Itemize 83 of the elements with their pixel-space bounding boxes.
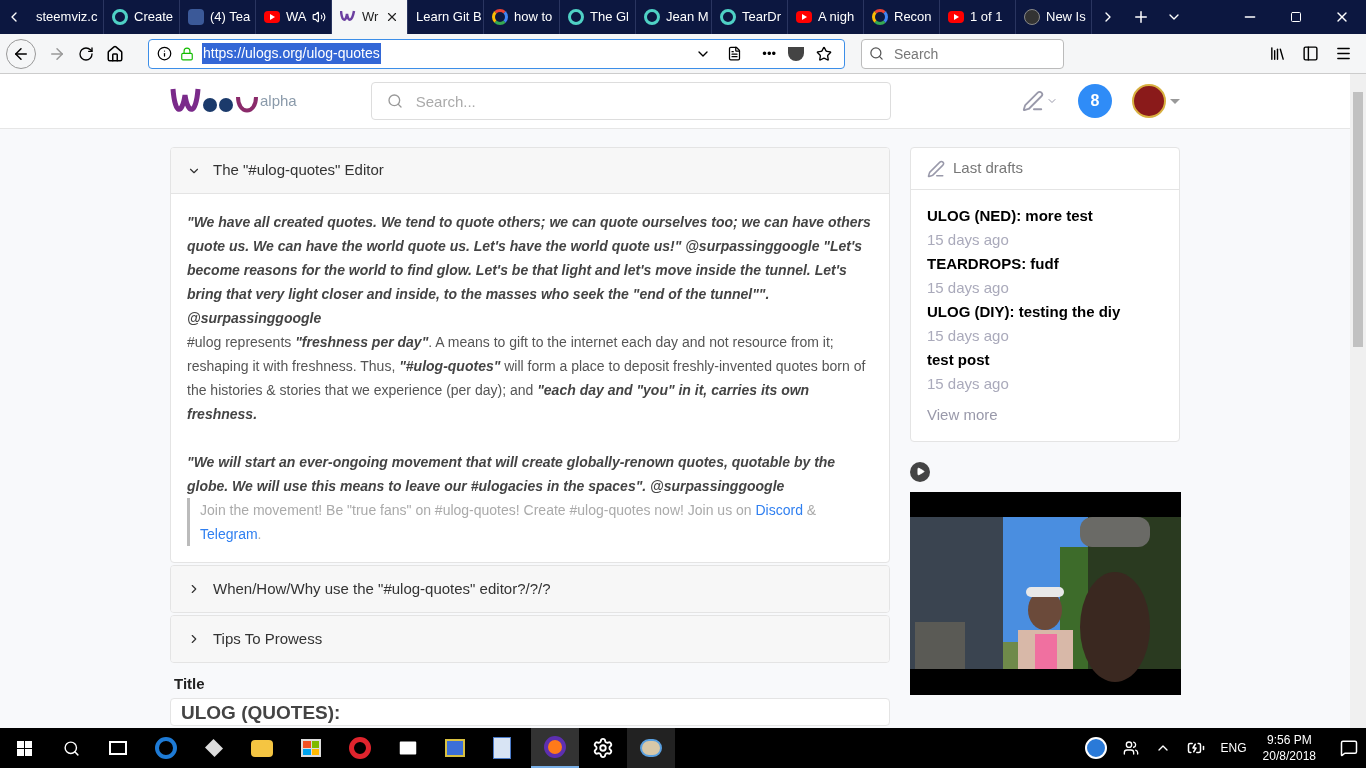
note-link[interactable]: Telegram [200,526,258,542]
site-search-field[interactable]: Search... [370,82,891,120]
sidebar-icon[interactable] [1302,45,1319,62]
editor-paragraph: "We will start an ever-ongoing movement that will create globally-renown quotes, quotable by the globe. We will use this means to leave our #ulogacies in the spaces". @surpassinggoogle [187,453,837,496]
tab-title: TearDr [742,8,781,27]
menu-icon[interactable] [1335,45,1352,62]
speaker-icon[interactable] [312,10,327,24]
ulogs-icon [340,10,356,24]
notifications-icon[interactable] [1340,739,1358,757]
tab-title: 1 of 1 [970,8,1003,27]
pen-icon [1022,90,1044,112]
google-icon [872,9,888,25]
folder-icon[interactable] [251,739,273,757]
caret-icon [1170,98,1180,104]
accordion-header[interactable]: Tips To Prowess [171,616,889,662]
draft-time: 15 days ago [927,326,1010,346]
clock-time[interactable]: 9:56 PM [1266,732,1312,748]
reload-icon[interactable] [78,45,94,62]
draft-time: 15 days ago [927,374,1010,394]
new-tab-icon[interactable] [1132,8,1150,26]
search-icon[interactable] [63,739,80,757]
pocket-icon[interactable] [788,46,804,61]
accordion-header[interactable]: The "#ulog-quotes" Editor [171,148,889,194]
reader-icon[interactable] [727,46,743,61]
drafts-icon [927,159,945,178]
clock-date[interactable]: 20/8/2018 [1262,748,1316,764]
tab-title: Recon [894,8,932,27]
join-note: Join the movement! Be "true fans" on #ulog-quotes! Create #ulog-quotes now! Join us on Discord & Telegram. [187,498,873,546]
draft-title[interactable]: ULOG (DIY): testing the diy [927,300,1163,324]
tab-title: Create [134,8,174,27]
title-label: Title [173,674,206,694]
search-icon [386,93,403,109]
page-actions[interactable]: ••• [762,43,776,64]
youtube-icon [264,11,280,23]
note-link[interactable]: Discord [755,502,803,518]
tab-title: WA [286,8,307,27]
search-icon [869,45,884,61]
tab-title: Learn Git B [416,8,482,27]
card-title: Last drafts [953,158,1024,179]
tab-title: A nigh [818,8,855,27]
logo-suffix: alpha [260,90,297,111]
tab-title: steemviz.c [36,8,98,27]
write-menu[interactable] [1022,90,1058,112]
tab-title: Wr [362,8,379,27]
scrollbar[interactable] [1350,74,1366,728]
draft-title[interactable]: test post [927,348,1163,372]
youtube-icon [796,11,812,23]
title-field[interactable]: ULOG (QUOTES): [170,697,890,726]
tab-title: New Is [1046,8,1086,27]
tab-title: (4) Tea [210,8,251,27]
task-view-icon[interactable] [109,741,127,755]
home-icon[interactable] [106,44,124,63]
tab-title: The Gl [590,8,629,27]
play-button[interactable] [910,461,930,482]
draft-title[interactable]: TEARDROPS: fudf [927,252,1163,276]
google-icon [492,9,508,25]
tab-title: Jean M [666,8,709,27]
store-icon[interactable] [301,739,321,757]
youtube-icon [948,11,964,23]
info-icon[interactable] [157,46,172,61]
draft-time: 15 days ago [927,230,1010,250]
editor-paragraph: #ulog represents "freshness per day". A means to gift to the internet each day and not resource from it; reshaping it with freshness. Thus, "#ulog-quotes" will form a place to deposit freshly-invented quotes born of the histories & stories that we experience (per day); and "each day and "you" in it, carries its own freshness. [187,333,867,424]
avatar [1132,84,1166,118]
lock-icon [180,46,194,61]
accordion-header[interactable]: When/How/Why use the "#ulog-quotes" editor?/?/? [171,566,889,612]
search-field[interactable]: Search [861,38,1064,69]
avatar-menu[interactable] [1132,84,1180,118]
maximize-icon[interactable] [1290,11,1302,23]
editor-paragraph: "We have all created quotes. We tend to quote others; we can quote ourselves too; we can have others quote us. We can have the world quote us. Let's have the world quote us!" @surpassinggoogle "Let's become reasons for the world to find glow. Let's be that light and let's move inside the tunnel. Let's bring that very light closer and inside, to the masses who seek the "end of the tunnel"". @surpassinggoogle [187,213,872,328]
close-tab-icon[interactable] [385,10,399,24]
library-icon[interactable] [1269,45,1286,62]
draft-title[interactable]: ULOG (NED): more test [927,204,1163,228]
address-bar[interactable]: https://ulogs.org/ulog-quotes ••• [148,38,845,69]
people-icon[interactable] [1122,740,1139,756]
language-indicator[interactable]: ENG [1220,739,1247,757]
browser-tab[interactable]: Wr [332,0,408,34]
document-icon[interactable] [493,737,511,759]
draft-time: 15 days ago [927,278,1010,298]
play-icon [915,467,925,476]
tab-title: how to [514,8,553,27]
bookmark-star-icon[interactable] [816,45,832,62]
url-text: https://ulogs.org/ulog-quotes [202,43,381,64]
settings-icon[interactable] [592,737,614,759]
